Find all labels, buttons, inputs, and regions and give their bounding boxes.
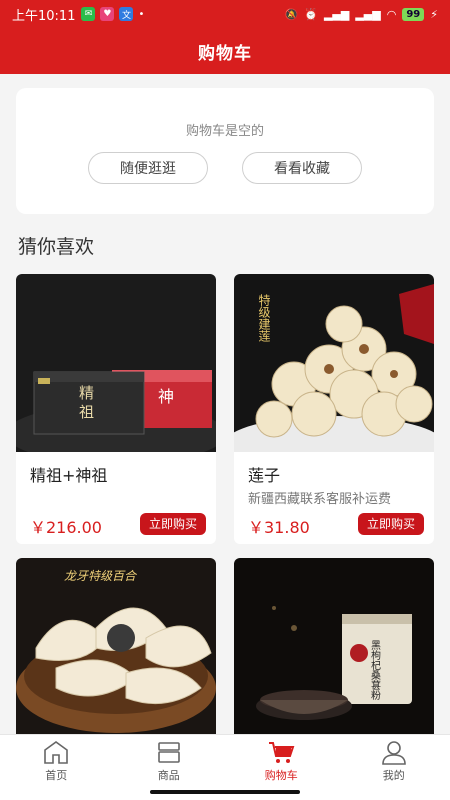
product-image-caption: 黑枸杞桑葚粉 (369, 640, 381, 701)
alarm-icon: ⏰ (304, 7, 318, 21)
wifi-icon: ◠ (386, 7, 397, 21)
translate-app-icon: 文 (119, 7, 134, 21)
charging-icon: ⚡ (430, 7, 438, 21)
user-icon (381, 741, 406, 765)
product-image-lily-bulb: 龙牙特级百合 (16, 558, 216, 736)
product-image-lotus-seeds: 特级建莲 (234, 274, 434, 452)
more-notifications-icon: • (138, 8, 145, 20)
buy-now-button[interactable]: 立即购买 (139, 513, 206, 535)
buy-now-button[interactable]: 立即购买 (357, 513, 424, 535)
tab-mine-label: 我的 (382, 769, 405, 782)
product-card[interactable]: 特级建莲 莲子 新疆西藏联系客服补运费 ￥31.80 立即购买 (234, 274, 434, 544)
product-card[interactable]: 神 精 祖 精祖+神祖 ￥216.00 立即购买 (16, 274, 216, 544)
wechat-icon: ✉ (81, 7, 96, 21)
product-image-mulberry-powder: 黑枸杞桑葚粉 (234, 558, 434, 736)
svg-text:神: 神 (158, 387, 174, 406)
svg-text:精: 精 (79, 384, 94, 402)
product-desc: 新疆西藏联系客服补运费 (248, 492, 392, 507)
goods-icon (157, 742, 180, 763)
empty-cart-card: 购物车是空的 随便逛逛 看看收藏 (16, 88, 434, 214)
product-name: 莲子 (248, 466, 281, 485)
tab-home-label: 首页 (45, 769, 68, 782)
heart-app-icon: ♥ (100, 7, 115, 21)
cart-icon (269, 742, 295, 763)
product-price: ￥216.00 (30, 518, 102, 537)
tab-cart-label: 购物车 (264, 769, 298, 782)
home-indicator[interactable] (150, 790, 300, 794)
status-bar: 上午10:11 ✉ ♥ 文 • 🔕 ⏰ ▂▄▆ ▂▄▆ ◠ 99 ⚡ (0, 0, 450, 28)
battery-icon: 99 (402, 7, 425, 21)
product-card[interactable]: 黑枸杞桑葚粉 (234, 558, 434, 748)
signal-icon: ▂▄▆ (323, 7, 350, 21)
empty-cart-text: 购物车是空的 (185, 124, 264, 139)
signal-2-icon: ▂▄▆ (355, 7, 381, 21)
status-time: 上午10:11 (12, 8, 76, 24)
browse-button[interactable]: 随便逛逛 (88, 152, 208, 184)
product-card[interactable]: 龙牙特级百合 (16, 558, 216, 748)
svg-text:祖: 祖 (79, 403, 94, 421)
product-price: ￥31.80 (248, 518, 310, 537)
product-image-caption: 特级建莲 (257, 293, 271, 342)
header: 购物车 (0, 28, 450, 74)
tab-home[interactable]: 首页 (0, 735, 113, 800)
product-image-gift-box: 神 精 祖 (16, 274, 216, 452)
home-icon (44, 741, 69, 764)
tab-mine[interactable]: 我的 (338, 735, 450, 800)
product-image-caption: 龙牙特级百合 (64, 569, 138, 583)
recommend-title: 猜你喜欢 (18, 236, 95, 258)
silent-icon: 🔕 (284, 7, 299, 21)
view-favorites-button[interactable]: 看看收藏 (242, 152, 362, 184)
tab-goods-label: 商品 (157, 769, 180, 782)
page-title: 购物车 (198, 43, 252, 64)
product-name: 精祖+神祖 (30, 466, 108, 485)
